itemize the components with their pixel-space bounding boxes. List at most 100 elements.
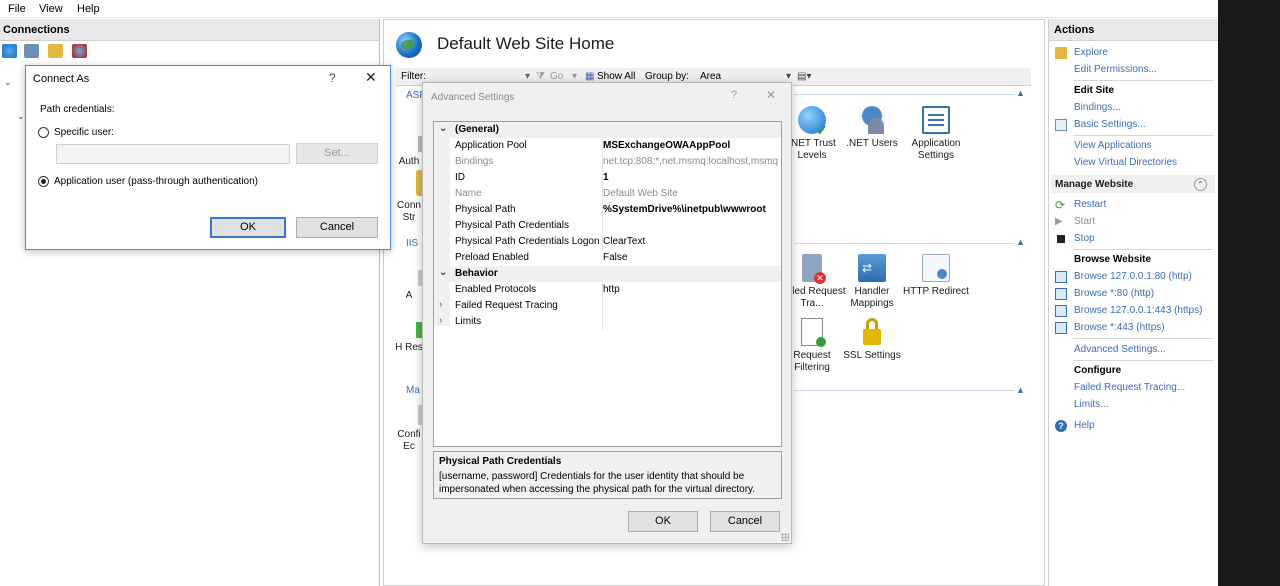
restart-link[interactable]: Restart (1074, 199, 1106, 210)
show-all-button[interactable]: Show All (597, 71, 635, 82)
feature-configuration-editor[interactable]: Confi Ec (394, 405, 426, 453)
failed-request-tracing-link[interactable]: Failed Request Tracing... (1074, 382, 1185, 393)
browse-icon (1055, 305, 1067, 317)
property-row[interactable]: › Limits (434, 314, 781, 330)
feature-net-users[interactable]: .NET Users (837, 106, 907, 150)
group-by-dropdown-icon[interactable]: ▾ (786, 71, 791, 82)
expand-icon[interactable]: › (439, 299, 442, 310)
funnel-icon[interactable]: ⧩ (536, 71, 545, 82)
property-value[interactable]: ClearText (603, 236, 781, 247)
go-dropdown-icon[interactable]: ▾ (572, 71, 577, 82)
app-user-radio[interactable] (38, 176, 49, 187)
property-value[interactable]: %SystemDrive%\inetpub\wwwroot (603, 204, 781, 215)
start-icon: ▶ (1055, 216, 1063, 227)
view-mode-icon[interactable]: ▤▾ (797, 71, 811, 82)
bindings-link[interactable]: Bindings... (1074, 102, 1121, 113)
feature-label: SSL Settings (843, 350, 901, 361)
property-row[interactable]: ID 1 (434, 170, 781, 186)
category-general[interactable]: ⌄ (General) (434, 122, 781, 138)
property-name: (General) (455, 124, 499, 135)
browse-link-3[interactable]: Browse 127.0.0.1:443 (https) (1074, 305, 1202, 316)
property-row[interactable]: Physical Path Credentials Logon ClearTex… (434, 234, 781, 250)
property-value[interactable]: 1 (603, 172, 781, 183)
advanced-settings-dialog: Advanced Settings ? ✕ ⌄ (General) Applic… (422, 82, 792, 544)
browse-link-1[interactable]: Browse 127.0.0.1:80 (http) (1074, 271, 1192, 282)
ok-button[interactable]: OK (210, 217, 286, 238)
expand-icon[interactable]: › (439, 315, 442, 326)
property-name: ID (455, 172, 465, 183)
connect-icon[interactable] (2, 44, 17, 58)
up-folder-icon[interactable] (48, 44, 63, 58)
tree-expander-icon[interactable]: ⌄ (4, 77, 12, 88)
menu-view[interactable]: View (39, 3, 63, 15)
property-row[interactable]: Enabled Protocols http (434, 282, 781, 298)
property-value[interactable]: net.tcp:808:*,net.msmq:localhost,msmq (603, 156, 781, 167)
explore-link[interactable]: Explore (1074, 47, 1108, 58)
feature-http-response-headers[interactable]: H Res (394, 322, 426, 354)
group-management: Ma (406, 385, 420, 396)
feature-authentication[interactable]: Auth (394, 136, 426, 168)
feature-handler-mappings[interactable]: ⇄ Handler Mappings (837, 254, 907, 310)
category-behavior[interactable]: ⌄ Behavior (434, 266, 781, 282)
property-row[interactable]: Preload Enabled False (434, 250, 781, 266)
menu-help[interactable]: Help (77, 3, 100, 15)
property-row[interactable]: Name Default Web Site (434, 186, 781, 202)
specific-user-radio[interactable] (38, 127, 49, 138)
property-row[interactable]: Physical Path %SystemDrive%\inetpub\wwwr… (434, 202, 781, 218)
cancel-button[interactable]: Cancel (296, 217, 378, 238)
start-link[interactable]: Start (1074, 216, 1095, 227)
browse-link-4[interactable]: Browse *:443 (https) (1074, 322, 1165, 333)
disconnect-icon[interactable] (72, 44, 87, 58)
collapse-section-icon[interactable]: ⌃ (1194, 178, 1207, 191)
group-by-label: Group by: (645, 71, 689, 82)
feature-http-redirect[interactable]: HTTP Redirect (901, 254, 971, 298)
collapse-icon[interactable]: ▲ (1016, 385, 1025, 395)
collapse-icon[interactable]: ▲ (1016, 237, 1025, 247)
feature-partial-a[interactable]: A (394, 270, 426, 302)
cancel-button[interactable]: Cancel (710, 511, 780, 532)
property-row[interactable]: Bindings net.tcp:808:*,net.msmq:localhos… (434, 154, 781, 170)
net-trust-levels-icon: ✓ (798, 106, 828, 137)
close-button[interactable]: ✕ (766, 88, 776, 102)
specific-user-field[interactable] (56, 144, 290, 164)
feature-application-settings[interactable]: Application Settings (901, 106, 971, 162)
tree-expander-icon[interactable]: ⌄ (17, 111, 25, 122)
collapse-icon[interactable]: ⌄ (439, 123, 447, 134)
view-virtual-directories-link[interactable]: View Virtual Directories (1074, 157, 1177, 168)
menu-file[interactable]: File (8, 3, 26, 15)
property-row[interactable]: Application Pool MSExchangeOWAAppPool (434, 138, 781, 154)
feature-ssl-settings[interactable]: SSL Settings (837, 318, 907, 362)
save-icon[interactable] (24, 44, 39, 58)
collapse-icon[interactable]: ⌄ (439, 267, 447, 278)
limits-link[interactable]: Limits... (1074, 399, 1108, 410)
property-name: Physical Path Credentials (455, 220, 569, 231)
browse-link-2[interactable]: Browse *:80 (http) (1074, 288, 1154, 299)
basic-settings-link[interactable]: Basic Settings... (1074, 119, 1146, 130)
go-button[interactable]: Go (550, 71, 563, 82)
configure-heading: Configure (1074, 365, 1122, 376)
stop-link[interactable]: Stop (1074, 233, 1095, 244)
collapse-icon[interactable]: ▲ (1016, 88, 1025, 98)
help-button[interactable]: ? (731, 89, 737, 101)
resize-grip[interactable] (781, 533, 789, 541)
application-settings-icon (922, 106, 950, 134)
property-value[interactable]: False (603, 252, 781, 263)
view-applications-link[interactable]: View Applications (1074, 140, 1152, 151)
set-button[interactable]: Set... (296, 143, 378, 164)
group-by-select[interactable]: Area (700, 71, 721, 82)
close-button[interactable]: ✕ (365, 69, 377, 86)
property-row[interactable]: › Failed Request Tracing (434, 298, 781, 314)
edit-permissions-link[interactable]: Edit Permissions... (1074, 64, 1157, 75)
property-value[interactable]: http (603, 284, 781, 295)
property-name: Bindings (455, 156, 494, 167)
property-value[interactable]: Default Web Site (603, 188, 781, 199)
ok-button[interactable]: OK (628, 511, 698, 532)
property-value[interactable]: MSExchangeOWAAppPool (603, 140, 781, 151)
filter-dropdown-icon[interactable]: ▾ (525, 71, 530, 82)
globe-icon (396, 32, 422, 58)
help-button[interactable]: ? (329, 71, 336, 85)
help-link[interactable]: Help (1074, 420, 1095, 431)
property-row-selected[interactable]: Physical Path Credentials (434, 218, 781, 234)
advanced-settings-link[interactable]: Advanced Settings... (1074, 344, 1166, 355)
feature-connection-strings[interactable]: Conn Str (394, 170, 426, 224)
